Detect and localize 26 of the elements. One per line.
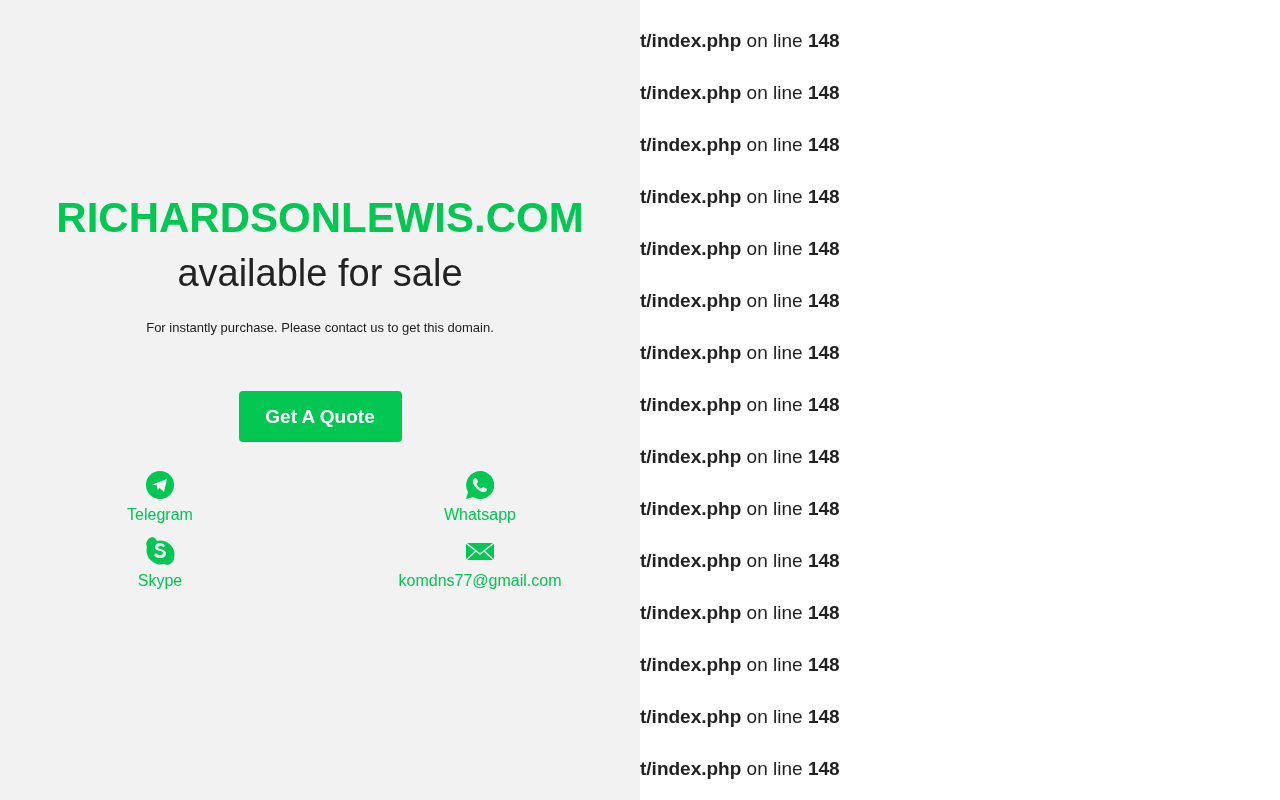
error-line: t/index.php on line 148 <box>640 237 840 261</box>
quote-button[interactable]: Get A Quote <box>238 391 402 442</box>
error-line: t/index.php on line 148 <box>640 29 840 53</box>
paper-plane-icon <box>145 470 175 500</box>
error-line: t/index.php on line 148 <box>640 185 840 209</box>
contact-link[interactable]: Telegram <box>127 506 193 524</box>
error-line: t/index.php on line 148 <box>640 757 840 781</box>
headline: available for sale <box>177 251 463 296</box>
error-line: t/index.php on line 148 <box>640 341 840 365</box>
error-line: t/index.php on line 148 <box>640 653 840 677</box>
skype-icon <box>145 536 175 566</box>
contact-link[interactable]: Whatsapp <box>443 506 516 524</box>
contact-link[interactable]: komdns77@gmail.com <box>398 572 562 590</box>
error-line: t/index.php on line 148 <box>640 705 840 729</box>
error-line: t/index.php on line 148 <box>640 601 840 625</box>
error-line: t/index.php on line 148 <box>640 289 840 313</box>
error-line: t/index.php on line 148 <box>640 133 840 157</box>
error-line: t/index.php on line 148 <box>640 393 840 417</box>
domain-name: RICHARDSONLEWIS.COM <box>56 193 584 243</box>
error-line: t/index.php on line 148 <box>640 81 840 105</box>
contact-link[interactable]: Skype <box>137 572 183 590</box>
message: For instantly purchase. Please contact us to get this domain. <box>146 320 494 335</box>
error-line: t/index.php on line 148 <box>640 549 840 573</box>
phone-bubble-icon <box>465 470 495 500</box>
error-line: t/index.php on line 148 <box>640 445 840 469</box>
error-line: t/index.php on line 148 <box>640 497 840 521</box>
